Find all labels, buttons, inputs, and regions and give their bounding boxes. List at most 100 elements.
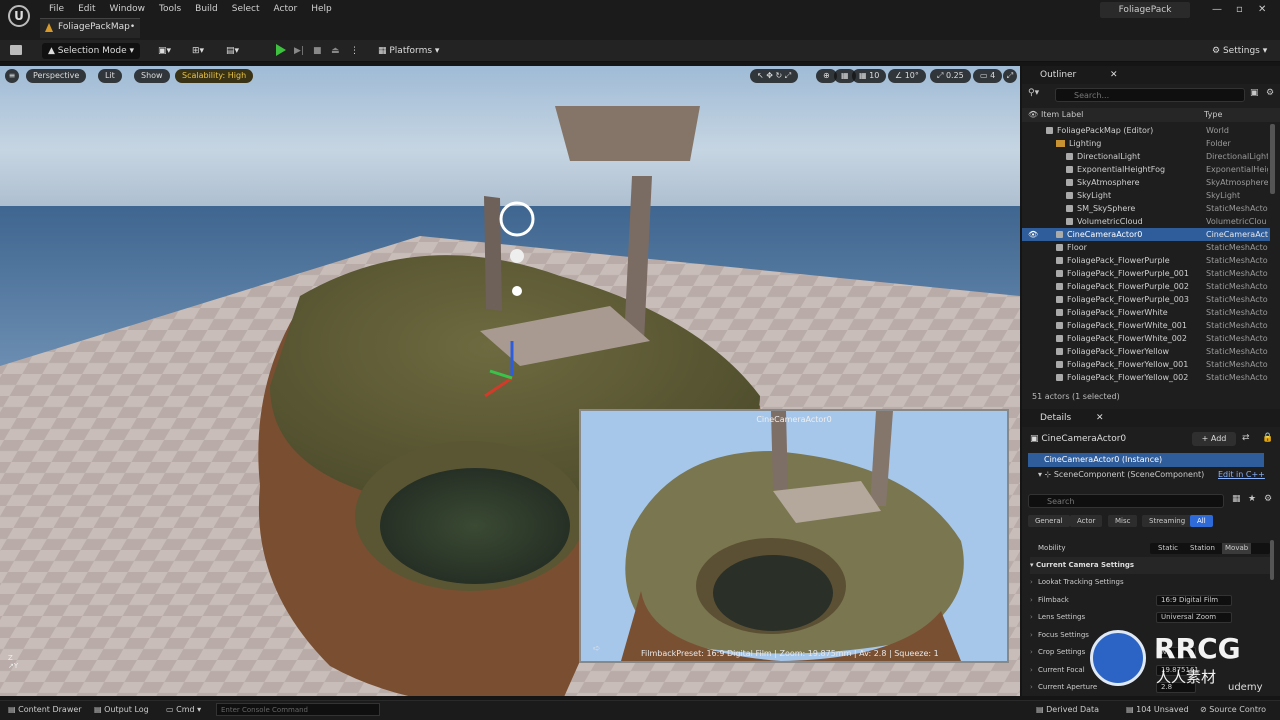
outliner-close-icon[interactable]: ✕: [1110, 66, 1118, 84]
camera-settings-section[interactable]: ▾ Current Camera Settings: [1030, 557, 1270, 574]
menu-item-tools[interactable]: Tools: [152, 2, 188, 16]
blueprint-convert-icon[interactable]: ⇄: [1242, 433, 1250, 443]
transform-tools[interactable]: ↖ ✥ ↻ ⤢: [750, 69, 799, 83]
source-control-button[interactable]: ⊘ Source Contro: [1200, 705, 1266, 715]
unsaved-button[interactable]: ▤ 104 Unsaved: [1126, 705, 1189, 715]
outliner-row[interactable]: FoliagePack_FlowerWhite StaticMeshActo: [1022, 306, 1270, 319]
outliner-row[interactable]: ExponentialHeightFog ExponentialHeig: [1022, 163, 1270, 176]
outliner-row[interactable]: 👁 CineCameraActor0 CineCameraActo: [1022, 228, 1270, 241]
details-tab[interactable]: Details ✕: [1022, 409, 1280, 427]
outliner-settings-icon[interactable]: ⚙: [1266, 88, 1274, 98]
outliner-row[interactable]: Lighting Folder: [1022, 137, 1270, 150]
camera-speed-value[interactable]: ▭ 4: [973, 69, 1003, 83]
outliner-row[interactable]: FoliagePack_FlowerYellow StaticMeshActo: [1022, 345, 1270, 358]
outliner-row[interactable]: SkyAtmosphere SkyAtmosphere: [1022, 176, 1270, 189]
menu-item-select[interactable]: Select: [225, 2, 267, 16]
show-button[interactable]: Show: [134, 69, 170, 83]
scale-snap-value[interactable]: ⤢ 0.25: [930, 69, 971, 83]
eject-icon[interactable]: ⏏: [331, 43, 340, 59]
outliner-row[interactable]: FoliagePack_FlowerWhite_002 StaticMeshAct…: [1022, 332, 1270, 345]
outliner-row[interactable]: VolumetricCloud VolumetricClou: [1022, 215, 1270, 228]
item-label-header[interactable]: Item Label: [1041, 108, 1083, 122]
detail-property-row[interactable]: › Filmback 16:9 Digital Film: [1030, 592, 1270, 609]
expand-arrow-icon[interactable]: ›: [1030, 644, 1033, 661]
level-tab[interactable]: FoliagePackMap•: [40, 18, 140, 38]
favorite-star-icon[interactable]: ★: [1248, 494, 1256, 504]
stop-icon[interactable]: ■: [313, 43, 322, 59]
outliner-row[interactable]: FoliagePack_FlowerPurple_002 StaticMeshAc…: [1022, 280, 1270, 293]
outliner-row[interactable]: SM_SkySphere StaticMeshActo: [1022, 202, 1270, 215]
expand-arrow-icon[interactable]: ›: [1030, 679, 1033, 693]
filter-tab-streaming[interactable]: Streaming: [1142, 515, 1193, 527]
filter-tab-actor[interactable]: Actor: [1070, 515, 1103, 527]
mobility-option-2[interactable]: Movab: [1222, 543, 1252, 554]
detail-property-value[interactable]: Universal Zoom: [1156, 612, 1232, 623]
outliner-row[interactable]: Floor StaticMeshActo: [1022, 241, 1270, 254]
console-command-input[interactable]: Enter Console Command: [216, 703, 380, 716]
rotation-snap-value[interactable]: ∠ 10°: [888, 69, 926, 83]
filter-icon[interactable]: ⚲▾: [1028, 88, 1039, 98]
blueprint-icon[interactable]: ⊞▾: [192, 43, 204, 59]
visibility-eye-icon[interactable]: 👁: [1028, 228, 1038, 241]
grid-snap-value[interactable]: ▦ 10: [852, 69, 887, 83]
outliner-row[interactable]: FoliagePack_FlowerPurple_001 StaticMeshAc…: [1022, 267, 1270, 280]
details-settings-icon[interactable]: ⚙: [1264, 494, 1272, 504]
scalability-badge[interactable]: Scalability: High: [175, 69, 254, 83]
maximize-viewport-icon[interactable]: ⤢: [1003, 69, 1017, 83]
component-instance-row[interactable]: CineCameraActor0 (Instance): [1028, 453, 1264, 467]
cinematics-icon[interactable]: ▤▾: [226, 43, 239, 59]
mobility-option-0[interactable]: Static: [1158, 543, 1178, 554]
maximize-icon[interactable]: ▫: [1236, 4, 1243, 15]
outliner-row[interactable]: FoliagePack_FlowerPurple_003 StaticMeshAc…: [1022, 293, 1270, 306]
viewport-menu-icon[interactable]: ≡: [5, 69, 19, 83]
expand-arrow-icon[interactable]: ›: [1030, 609, 1033, 626]
expand-arrow-icon[interactable]: ›: [1030, 574, 1033, 591]
outliner-scrollbar[interactable]: [1270, 124, 1275, 194]
outliner-row[interactable]: FoliagePackMap (Editor) World: [1022, 124, 1270, 137]
filter-tab-general[interactable]: General: [1028, 515, 1070, 527]
outliner-tab[interactable]: Outliner ✕: [1022, 66, 1280, 84]
outliner-search-input[interactable]: Search...: [1055, 88, 1245, 102]
settings-dropdown[interactable]: ⚙ Settings ▾: [1212, 43, 1267, 59]
menu-item-window[interactable]: Window: [103, 2, 153, 16]
type-header[interactable]: Type: [1204, 108, 1222, 122]
menu-item-help[interactable]: Help: [304, 2, 339, 16]
minimize-icon[interactable]: —: [1212, 4, 1222, 15]
edit-in-cpp-link[interactable]: Edit in C++: [1218, 470, 1265, 479]
play-icon[interactable]: [276, 44, 286, 56]
outliner-row[interactable]: DirectionalLight DirectionalLight: [1022, 150, 1270, 163]
step-icon[interactable]: ▶|: [294, 43, 304, 59]
menu-item-build[interactable]: Build: [188, 2, 225, 16]
lock-icon[interactable]: 🔒: [1262, 433, 1273, 443]
details-search-input[interactable]: Search: [1028, 494, 1224, 508]
outliner-row[interactable]: FoliagePack_FlowerWhite_001 StaticMeshAct…: [1022, 319, 1270, 332]
outliner-row[interactable]: SkyLight SkyLight: [1022, 189, 1270, 202]
perspective-button[interactable]: Perspective: [26, 69, 87, 83]
details-close-icon[interactable]: ✕: [1096, 409, 1104, 427]
detail-property-row[interactable]: › Lens Settings Universal Zoom: [1030, 609, 1270, 626]
details-view-icon[interactable]: ▦: [1232, 494, 1241, 504]
expand-arrow-icon[interactable]: ›: [1030, 592, 1033, 609]
menu-item-actor[interactable]: Actor: [267, 2, 305, 16]
menu-item-edit[interactable]: Edit: [71, 2, 102, 16]
play-options-icon[interactable]: ⋮: [350, 43, 359, 59]
derived-data-button[interactable]: ▤ Derived Data: [1036, 705, 1099, 715]
details-scrollbar[interactable]: [1270, 540, 1274, 580]
outliner-row[interactable]: FoliagePack_FlowerYellow_002 StaticMeshAc…: [1022, 371, 1270, 384]
mobility-option-1[interactable]: Station: [1190, 543, 1215, 554]
cmd-dropdown[interactable]: ▭ Cmd ▾: [166, 705, 201, 715]
pin-icon[interactable]: ➪: [593, 644, 601, 654]
unreal-logo-icon[interactable]: U: [8, 5, 30, 27]
detail-property-value[interactable]: 16:9 Digital Film: [1156, 594, 1232, 606]
close-window-icon[interactable]: ✕: [1258, 4, 1266, 15]
selection-mode-dropdown[interactable]: ▲ Selection Mode ▾: [42, 43, 141, 59]
filter-tab-misc[interactable]: Misc: [1108, 515, 1138, 527]
add-folder-icon[interactable]: ▣: [1250, 88, 1259, 98]
save-icon[interactable]: [10, 45, 22, 55]
outliner-row[interactable]: FoliagePack_FlowerPurple StaticMeshActo: [1022, 254, 1270, 267]
add-actor-icon[interactable]: ▣▾: [158, 43, 171, 59]
menu-item-file[interactable]: File: [42, 2, 71, 16]
detail-property-row[interactable]: › Lookat Tracking Settings: [1030, 574, 1270, 591]
outliner-row[interactable]: FoliagePack_FlowerYellow_001 StaticMeshAc…: [1022, 358, 1270, 371]
platforms-dropdown[interactable]: ▦ Platforms ▾: [378, 43, 439, 59]
